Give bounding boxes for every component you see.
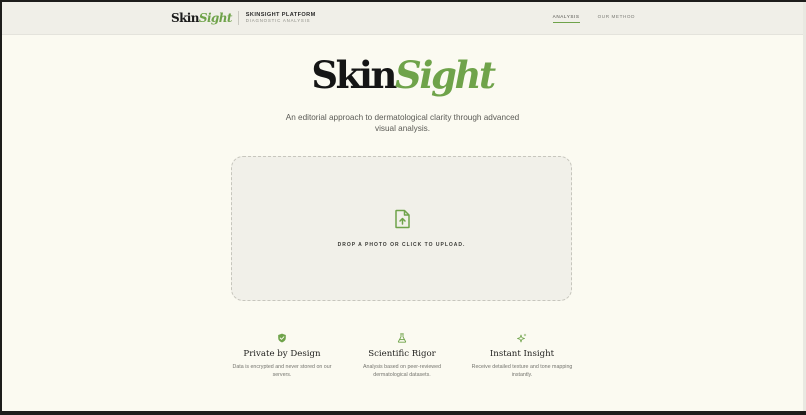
hero-logo: SkinSight bbox=[2, 57, 803, 94]
upload-label: DROP A PHOTO OR CLICK TO UPLOAD. bbox=[337, 242, 466, 248]
brand-skin-text: Skin bbox=[171, 11, 199, 25]
file-upload-icon bbox=[395, 209, 410, 229]
feature-instant: Instant Insight Receive detailed texture… bbox=[467, 333, 577, 379]
nav-our-method[interactable]: OUR METHOD bbox=[598, 14, 635, 19]
shield-check-icon bbox=[278, 333, 286, 343]
sparkles-icon bbox=[517, 333, 527, 343]
flask-icon bbox=[397, 333, 407, 343]
feature-description: Data is encrypted and never stored on ou… bbox=[232, 364, 332, 378]
nav-analysis[interactable]: ANALYSIS bbox=[552, 14, 580, 23]
hero-logo-sight: Sight bbox=[395, 53, 496, 97]
feature-title: Instant Insight bbox=[489, 349, 555, 359]
feature-private: Private by Design Data is encrypted and … bbox=[227, 333, 337, 379]
top-header: SkinSight SKINSIGHT PLATFORM DIAGNOSTIC … bbox=[2, 2, 803, 35]
feature-scientific: Scientific Rigor Analysis based on peer-… bbox=[347, 333, 457, 379]
screen-frame: SkinSight SKINSIGHT PLATFORM DIAGNOSTIC … bbox=[0, 0, 806, 415]
brand-wordmark: SkinSight bbox=[171, 9, 232, 27]
platform-subtitle: DIAGNOSTIC ANALYSIS bbox=[245, 18, 311, 24]
brand-sight-text: Sight bbox=[198, 11, 232, 25]
upload-dropzone[interactable]: DROP A PHOTO OR CLICK TO UPLOAD. bbox=[231, 156, 572, 301]
brand-platform: SKINSIGHT PLATFORM DIAGNOSTIC ANALYSIS bbox=[245, 12, 316, 24]
main-nav: ANALYSIS OUR METHOD bbox=[552, 14, 635, 23]
feature-description: Analysis based on peer-reviewed dermatol… bbox=[362, 364, 442, 378]
hero-tagline: An editorial approach to dermatological … bbox=[285, 113, 520, 133]
feature-title: Private by Design bbox=[243, 349, 321, 359]
brand-divider bbox=[237, 11, 239, 25]
hero-logo-skin: Skin bbox=[311, 53, 397, 97]
feature-title: Scientific Rigor bbox=[368, 349, 436, 359]
page: SkinSight SKINSIGHT PLATFORM DIAGNOSTIC … bbox=[2, 2, 803, 411]
feature-description: Receive detailed texture and tone mappin… bbox=[471, 364, 573, 378]
brand[interactable]: SkinSight SKINSIGHT PLATFORM DIAGNOSTIC … bbox=[171, 9, 316, 27]
